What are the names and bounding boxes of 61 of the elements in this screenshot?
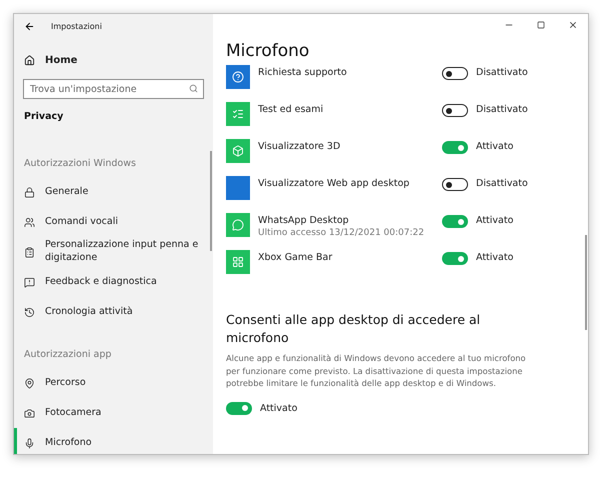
sidebar-item[interactable]: Comandi vocali: [14, 207, 213, 237]
sidebar-item[interactable]: Cronologia attività: [14, 297, 213, 327]
maximize-icon: [537, 21, 545, 29]
sidebar-item[interactable]: Percorso: [14, 368, 213, 398]
toggle-state: Disattivato: [476, 67, 529, 78]
toggle-state: Disattivato: [476, 178, 529, 189]
toggle-switch[interactable]: [226, 402, 252, 415]
toggle-switch[interactable]: [442, 67, 468, 80]
toggle-switch[interactable]: [442, 252, 468, 265]
section-description: Alcune app e funzionalità di Windows devono accedere al tuo microfono per funzionare come previsto. La disattivazione di questa impostazione potrebbe limitare le funzionalità delle app desktop e di Windows.: [226, 352, 526, 390]
toggle-state: Attivato: [476, 215, 514, 226]
sidebar-item-label: Microfono: [45, 436, 92, 450]
section-heading: Consenti alle app desktop di accedere al microfono: [226, 311, 482, 348]
sidebar-item-icon: [24, 246, 35, 258]
sidebar-item[interactable]: Feedback e diagnostica: [14, 267, 213, 297]
toggle-state: Disattivato: [476, 104, 529, 115]
search-field[interactable]: Trova un'impostazione: [23, 79, 204, 99]
sidebar-item[interactable]: Personalizzazione input penna e digitazione: [14, 237, 213, 267]
sidebar-item-icon: [24, 216, 35, 228]
home-link[interactable]: Home: [14, 49, 213, 71]
toggle-state: Attivato: [476, 141, 514, 152]
sidebar-item[interactable]: Generale: [14, 177, 213, 207]
home-label: Home: [45, 54, 78, 66]
search-icon: [189, 84, 198, 93]
sidebar-item-label: Feedback e diagnostica: [45, 276, 157, 288]
sidebar-item[interactable]: Fotocamera: [14, 398, 213, 428]
app-name: Visualizzatore 3D: [258, 141, 342, 152]
app-last-access: Ultimo accesso 13/12/2021 00:07:22: [258, 228, 426, 238]
toggle-state: Attivato: [260, 402, 298, 414]
home-icon: [24, 54, 35, 66]
scrollbar[interactable]: [210, 151, 212, 251]
app-name: Visualizzatore Web app desktop: [258, 178, 410, 189]
window-title: Impostazioni: [51, 22, 102, 30]
scrollbar[interactable]: [585, 235, 587, 330]
app-name: Richiesta supporto: [258, 67, 348, 78]
toggle-switch[interactable]: [442, 215, 468, 228]
toggle-switch[interactable]: [442, 104, 468, 117]
sidebar-item-icon: [24, 186, 35, 198]
section-header: Autorizzazioni Windows: [23, 158, 137, 169]
toggle-switch[interactable]: [442, 141, 468, 154]
app-name: WhatsApp Desktop: [258, 215, 350, 226]
category-title: Privacy: [23, 111, 64, 122]
back-icon[interactable]: [24, 20, 35, 32]
sidebar-item-icon: [24, 306, 35, 318]
app-name: Xbox Game Bar: [258, 252, 334, 263]
close-icon: [568, 20, 578, 30]
toggle-state: Attivato: [476, 252, 514, 263]
app-name: Test ed esami: [258, 104, 324, 115]
toggle-switch[interactable]: [442, 178, 468, 191]
sidebar-item-label: Percorso: [45, 376, 86, 390]
sidebar-item-icon: [24, 276, 35, 288]
sidebar-item-icon: [24, 408, 35, 418]
sidebar-item-label: Personalizzazione input penna e digitazione: [45, 239, 200, 265]
sidebar-item-label: Fotocamera: [45, 406, 102, 420]
sidebar-item-icon: [24, 378, 35, 388]
page-title: Microfono: [226, 41, 310, 61]
sidebar-item-label: Generale: [45, 186, 88, 198]
sidebar-item-label: Cronologia attività: [45, 306, 133, 318]
section-header: Autorizzazioni app: [23, 349, 112, 360]
sidebar-item-label: Comandi vocali: [45, 216, 118, 228]
sidebar-item-icon: [24, 438, 35, 448]
